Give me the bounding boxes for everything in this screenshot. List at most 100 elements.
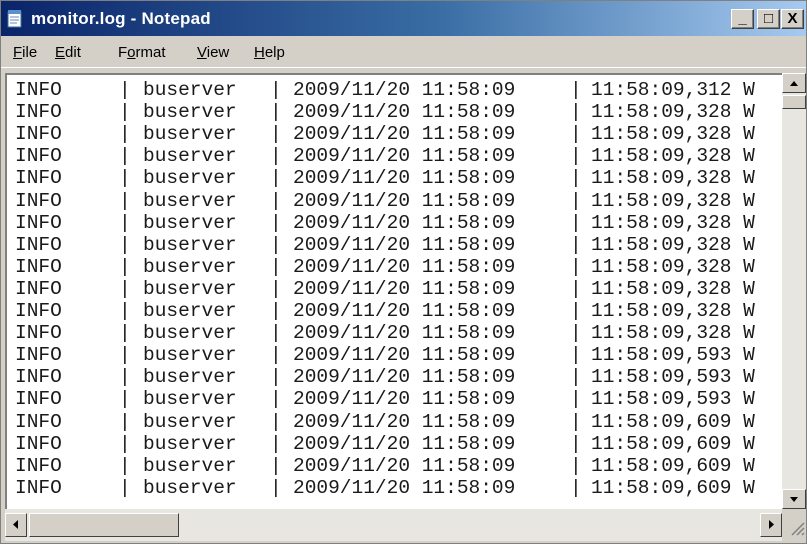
log-datetime: 2009/11/20 11:58:09: [293, 410, 516, 433]
menu-view-accel: V: [197, 44, 207, 61]
log-level: INFO: [15, 366, 62, 389]
column-separator: |: [270, 300, 282, 322]
resize-grip-icon[interactable]: [782, 509, 806, 543]
column-separator: |: [570, 79, 582, 101]
log-level: INFO: [15, 432, 62, 455]
log-time: 11:58:09,593 W: [591, 344, 755, 367]
column-separator: |: [570, 410, 582, 433]
column-separator: |: [570, 255, 582, 278]
log-time: 11:58:09,609 W: [591, 476, 755, 499]
log-source: buserver: [143, 123, 237, 146]
scroll-up-button[interactable]: [782, 73, 806, 93]
log-level: INFO: [15, 322, 62, 345]
column-separator: |: [570, 366, 582, 389]
maximize-button[interactable]: □: [757, 9, 780, 29]
log-time: 11:58:09,328 W: [591, 300, 755, 322]
scroll-right-button[interactable]: [760, 513, 782, 537]
log-datetime: 2009/11/20 11:58:09: [293, 211, 516, 234]
menu-format[interactable]: Format: [118, 44, 166, 61]
column-separator: |: [270, 145, 282, 168]
close-button[interactable]: X: [781, 9, 804, 29]
column-separator: |: [119, 454, 131, 477]
log-time: 11:58:09,609 W: [591, 432, 755, 455]
log-level: INFO: [15, 189, 62, 212]
horizontal-scroll-thumb[interactable]: [29, 513, 179, 537]
column-separator: |: [570, 123, 582, 146]
column-separator: |: [570, 322, 582, 345]
column-separator: |: [270, 322, 282, 345]
log-datetime: 2009/11/20 11:58:09: [293, 366, 516, 389]
column-separator: |: [270, 123, 282, 146]
menu-file[interactable]: File: [13, 44, 37, 61]
log-level: INFO: [15, 410, 62, 433]
log-datetime: 2009/11/20 11:58:09: [293, 322, 516, 345]
menu-help-label: elp: [264, 44, 285, 61]
column-separator: |: [270, 101, 282, 124]
log-source: buserver: [143, 255, 237, 278]
column-separator: |: [270, 79, 282, 101]
notepad-icon: [7, 10, 22, 28]
column-separator: |: [270, 366, 282, 389]
arrow-left-icon: [13, 520, 18, 529]
log-datetime: 2009/11/20 11:58:09: [293, 344, 516, 367]
log-source: buserver: [143, 277, 237, 300]
column-separator: |: [270, 476, 282, 499]
column-separator: |: [270, 388, 282, 411]
title-bar[interactable]: monitor.log - Notepad _ □ X: [1, 1, 806, 36]
log-datetime: 2009/11/20 11:58:09: [293, 277, 516, 300]
text-editor[interactable]: INFO buserver 2009/11/20 11:58:09 11:58:09,…: [5, 73, 782, 509]
log-source: buserver: [143, 476, 237, 499]
column-separator: |: [270, 211, 282, 234]
log-source: buserver: [143, 366, 237, 389]
column-separator: |: [570, 167, 582, 190]
log-source: buserver: [143, 145, 237, 168]
log-level: INFO: [15, 454, 62, 477]
log-source: buserver: [143, 454, 237, 477]
column-separator: |: [119, 211, 131, 234]
window-title: monitor.log - Notepad: [31, 9, 211, 28]
log-source: buserver: [143, 388, 237, 411]
log-source: buserver: [143, 344, 237, 367]
menu-bar: File Edit Format View Help: [1, 36, 806, 68]
column-separator: |: [119, 322, 131, 345]
notepad-window: monitor.log - Notepad _ □ X File Edit Fo…: [0, 0, 807, 544]
arrow-right-icon: [769, 520, 774, 529]
log-time: 11:58:09,609 W: [591, 410, 755, 433]
menu-edit[interactable]: Edit: [55, 44, 81, 61]
column-separator: |: [270, 233, 282, 256]
log-source: buserver: [143, 79, 237, 101]
column-separator: |: [570, 476, 582, 499]
log-level: INFO: [15, 476, 62, 499]
vertical-scrollbar[interactable]: [782, 73, 806, 509]
log-time: 11:58:09,328 W: [591, 277, 755, 300]
log-time: 11:58:09,328 W: [591, 211, 755, 234]
menu-format-accel: o: [127, 44, 136, 61]
column-separator: |: [119, 366, 131, 389]
horizontal-scrollbar[interactable]: [5, 509, 782, 541]
log-datetime: 2009/11/20 11:58:09: [293, 145, 516, 168]
column-separator: |: [570, 344, 582, 367]
scroll-left-button[interactable]: [5, 513, 27, 537]
vertical-scroll-thumb[interactable]: [782, 95, 806, 109]
column-separator: |: [119, 476, 131, 499]
column-separator: |: [119, 233, 131, 256]
log-level: INFO: [15, 79, 62, 101]
column-separator: |: [570, 101, 582, 124]
menu-view[interactable]: View: [197, 44, 229, 61]
log-datetime: 2009/11/20 11:58:09: [293, 123, 516, 146]
log-level: INFO: [15, 255, 62, 278]
column-separator: |: [570, 454, 582, 477]
log-level: INFO: [15, 344, 62, 367]
log-datetime: 2009/11/20 11:58:09: [293, 476, 516, 499]
column-separator: |: [119, 123, 131, 146]
menu-help[interactable]: Help: [254, 44, 285, 61]
column-separator: |: [119, 277, 131, 300]
column-separator: |: [270, 189, 282, 212]
scroll-down-button[interactable]: [782, 489, 806, 509]
column-separator: |: [570, 233, 582, 256]
log-time: 11:58:09,328 W: [591, 322, 755, 345]
minimize-button[interactable]: _: [731, 9, 754, 29]
column-separator: |: [270, 255, 282, 278]
column-separator: |: [270, 432, 282, 455]
log-source: buserver: [143, 432, 237, 455]
